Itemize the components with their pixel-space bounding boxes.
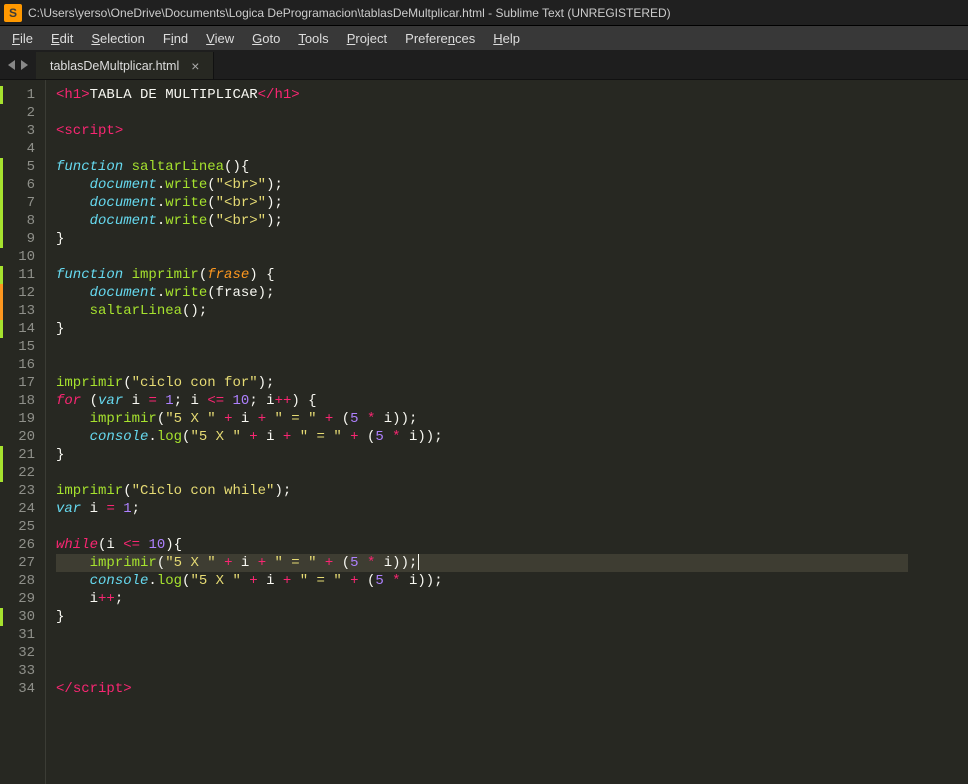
line-number: 15 xyxy=(6,338,35,356)
line-number: 19 xyxy=(6,410,35,428)
line-number: 12 xyxy=(0,284,35,302)
tab-nav-arrows xyxy=(0,50,36,79)
file-tab[interactable]: tablasDeMultplicar.html × xyxy=(36,52,214,79)
code-line[interactable]: for (var i = 1; i <= 10; i++) { xyxy=(56,392,908,410)
line-number: 1 xyxy=(0,86,35,104)
line-number: 9 xyxy=(0,230,35,248)
line-number: 13 xyxy=(0,302,35,320)
code-line[interactable]: document.write("<br>"); xyxy=(56,176,908,194)
line-number: 10 xyxy=(6,248,35,266)
code-line[interactable]: } xyxy=(56,320,908,338)
line-number: 24 xyxy=(6,500,35,518)
code-line[interactable]: console.log("5 X " + i + " = " + (5 * i)… xyxy=(56,572,908,590)
code-line[interactable]: } xyxy=(56,446,908,464)
line-number: 6 xyxy=(0,176,35,194)
menu-view[interactable]: View xyxy=(198,29,242,48)
code-line[interactable]: <script> xyxy=(56,122,908,140)
code-line[interactable] xyxy=(56,518,908,536)
code-line[interactable]: </script> xyxy=(56,680,908,698)
code-line[interactable]: document.write("<br>"); xyxy=(56,194,908,212)
tab-close-icon[interactable]: × xyxy=(191,59,199,73)
line-number: 33 xyxy=(6,662,35,680)
code-line[interactable] xyxy=(56,356,908,374)
minimap[interactable] xyxy=(908,80,968,784)
code-line[interactable]: var i = 1; xyxy=(56,500,908,518)
line-number: 7 xyxy=(0,194,35,212)
code-line[interactable] xyxy=(56,662,908,680)
menu-goto[interactable]: Goto xyxy=(244,29,288,48)
window-titlebar[interactable]: S C:\Users\yerso\OneDrive\Documents\Logi… xyxy=(0,0,968,26)
line-number: 30 xyxy=(0,608,35,626)
code-area[interactable]: <h1>TABLA DE MULTIPLICAR</h1> <script> fun… xyxy=(46,80,908,784)
code-line[interactable]: document.write("<br>"); xyxy=(56,212,908,230)
line-number: 23 xyxy=(6,482,35,500)
code-line[interactable] xyxy=(56,338,908,356)
code-line[interactable]: imprimir("Ciclo con while"); xyxy=(56,482,908,500)
tab-next-icon[interactable] xyxy=(21,60,28,70)
code-line[interactable] xyxy=(56,626,908,644)
code-line[interactable] xyxy=(56,464,908,482)
line-number: 4 xyxy=(6,140,35,158)
code-line[interactable]: imprimir("5 X " + i + " = " + (5 * i)); xyxy=(56,410,908,428)
code-line[interactable]: saltarLinea(); xyxy=(56,302,908,320)
code-line[interactable] xyxy=(56,248,908,266)
line-number: 26 xyxy=(6,536,35,554)
code-line[interactable]: } xyxy=(56,230,908,248)
line-number: 21 xyxy=(0,446,35,464)
line-number: 8 xyxy=(0,212,35,230)
menu-find[interactable]: Find xyxy=(155,29,196,48)
line-number: 27 xyxy=(6,554,35,572)
line-number: 34 xyxy=(6,680,35,698)
code-line[interactable]: } xyxy=(56,608,908,626)
menubar: File Edit Selection Find View Goto Tools… xyxy=(0,26,968,50)
line-number: 11 xyxy=(0,266,35,284)
line-number-gutter[interactable]: 1234567891011121314151617181920212223242… xyxy=(0,80,46,784)
line-number: 17 xyxy=(6,374,35,392)
code-line[interactable]: imprimir("ciclo con for"); xyxy=(56,374,908,392)
text-cursor xyxy=(418,554,419,570)
menu-file[interactable]: File xyxy=(4,29,41,48)
line-number: 28 xyxy=(6,572,35,590)
code-line[interactable]: function imprimir(frase) { xyxy=(56,266,908,284)
line-number: 32 xyxy=(6,644,35,662)
line-number: 31 xyxy=(6,626,35,644)
window-title: C:\Users\yerso\OneDrive\Documents\Logica… xyxy=(28,6,671,20)
menu-project[interactable]: Project xyxy=(339,29,395,48)
line-number: 16 xyxy=(6,356,35,374)
line-number: 29 xyxy=(6,590,35,608)
code-line[interactable]: console.log("5 X " + i + " = " + (5 * i)… xyxy=(56,428,908,446)
line-number: 18 xyxy=(6,392,35,410)
code-line[interactable]: while(i <= 10){ xyxy=(56,536,908,554)
menu-edit[interactable]: Edit xyxy=(43,29,81,48)
menu-help[interactable]: Help xyxy=(485,29,528,48)
code-line[interactable]: imprimir("5 X " + i + " = " + (5 * i)); xyxy=(56,554,908,572)
menu-selection[interactable]: Selection xyxy=(83,29,152,48)
tab-label: tablasDeMultplicar.html xyxy=(50,59,179,73)
line-number: 14 xyxy=(0,320,35,338)
line-number: 2 xyxy=(6,104,35,122)
code-line[interactable]: <h1>TABLA DE MULTIPLICAR</h1> xyxy=(56,86,908,104)
code-line[interactable]: function saltarLinea(){ xyxy=(56,158,908,176)
code-line[interactable]: i++; xyxy=(56,590,908,608)
code-line[interactable] xyxy=(56,140,908,158)
line-number: 5 xyxy=(0,158,35,176)
code-line[interactable]: document.write(frase); xyxy=(56,284,908,302)
line-number: 22 xyxy=(0,464,35,482)
line-number: 25 xyxy=(6,518,35,536)
code-line[interactable] xyxy=(56,104,908,122)
line-number: 20 xyxy=(6,428,35,446)
code-line[interactable] xyxy=(56,644,908,662)
line-number: 3 xyxy=(6,122,35,140)
app-icon: S xyxy=(4,4,22,22)
menu-tools[interactable]: Tools xyxy=(290,29,336,48)
menu-preferences[interactable]: Preferences xyxy=(397,29,483,48)
tab-prev-icon[interactable] xyxy=(8,60,15,70)
editor: 1234567891011121314151617181920212223242… xyxy=(0,80,968,784)
tab-strip: tablasDeMultplicar.html × xyxy=(0,50,968,80)
